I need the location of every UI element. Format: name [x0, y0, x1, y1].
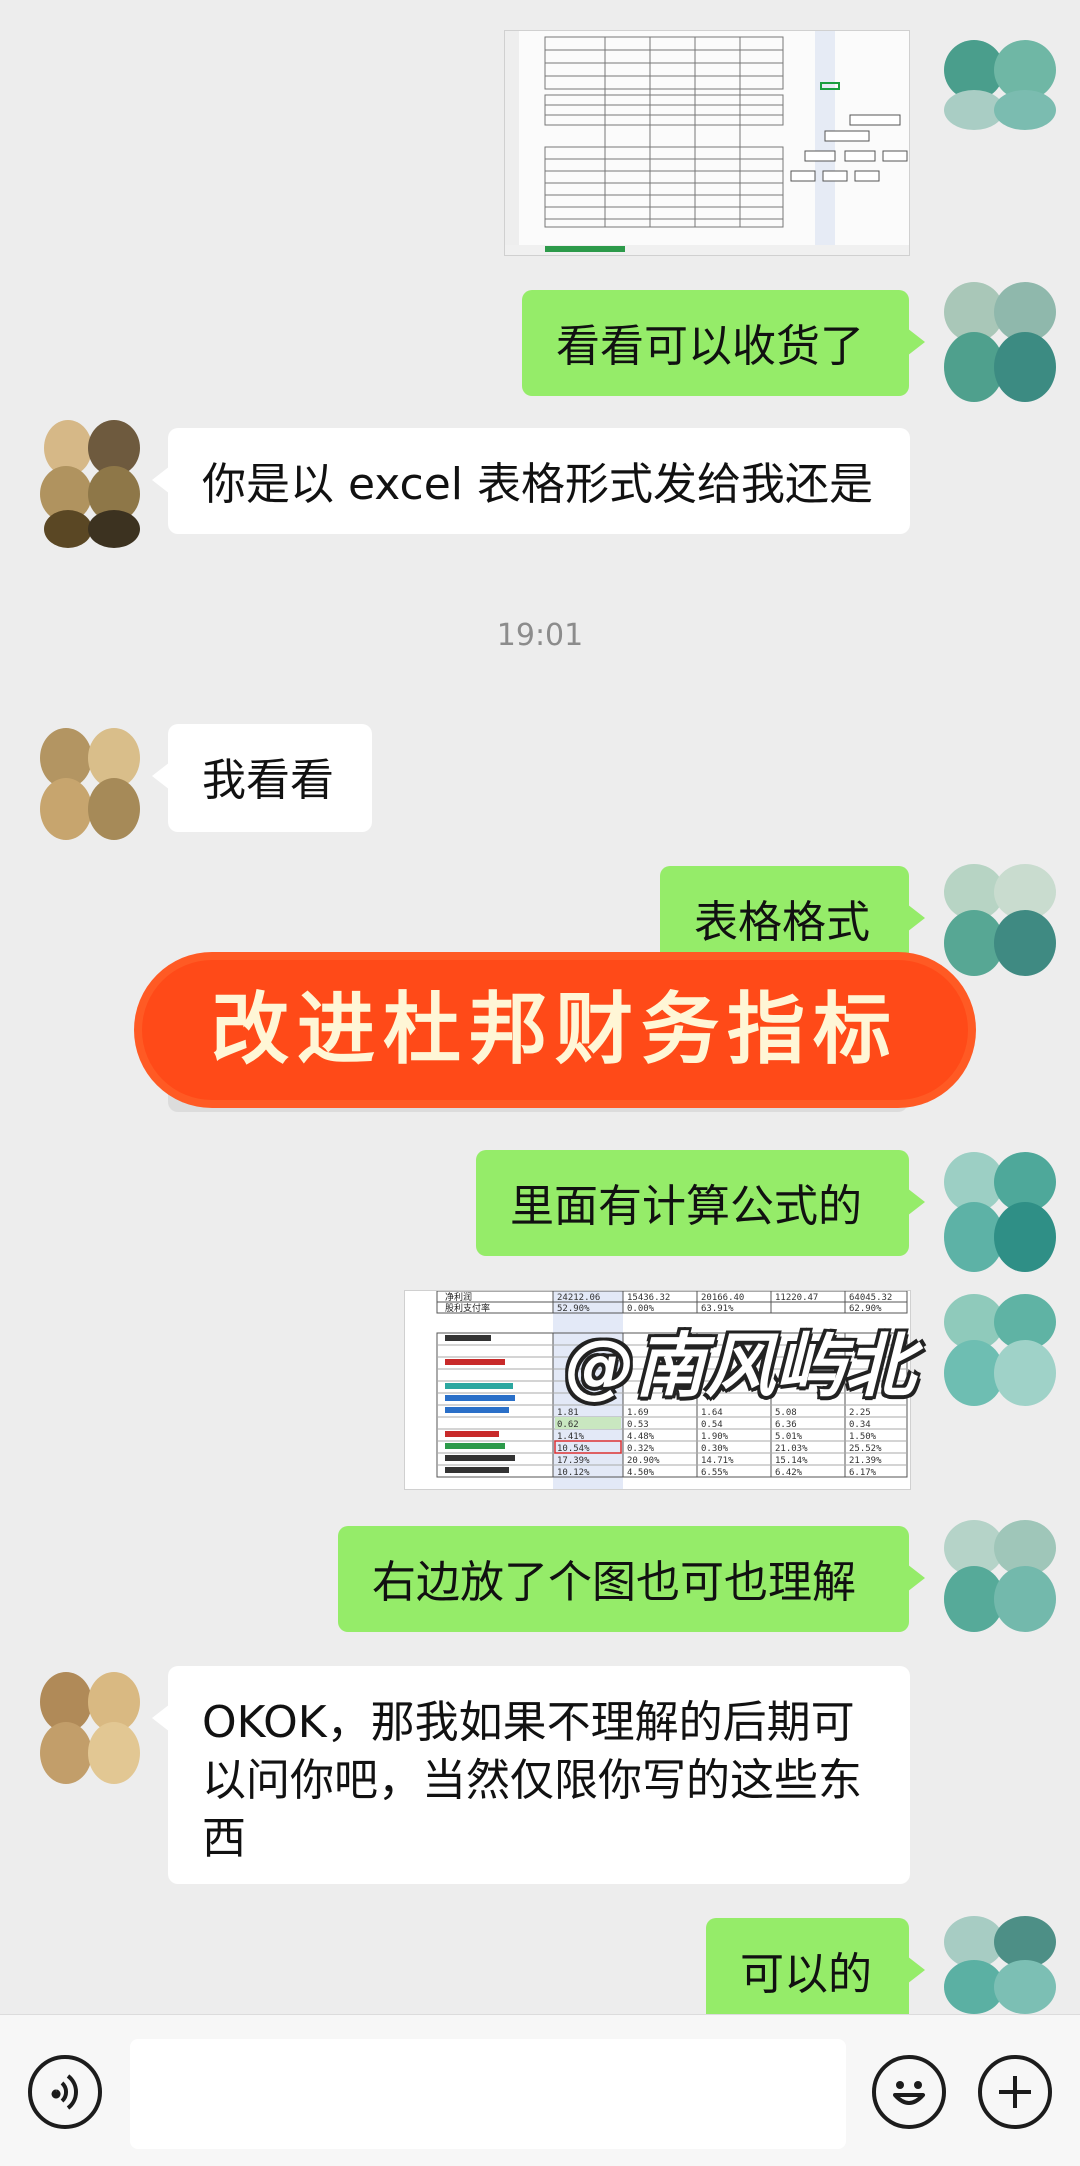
cell: 0.32%: [627, 1444, 655, 1454]
message-bubble-sent[interactable]: 右边放了个图也可也理解: [338, 1526, 925, 1632]
message-bubble-sent[interactable]: 表格格式: [660, 866, 925, 972]
cell: 0.62: [557, 1420, 579, 1430]
chat-screen: 看看可以收货了 你是以 excel 表格形式发给我还是 19:01 我看看 表格…: [0, 0, 1080, 2166]
voice-icon: [51, 2074, 78, 2110]
cell: 6.42%: [775, 1468, 803, 1478]
message-input[interactable]: [130, 2039, 846, 2149]
cell: 14.71%: [701, 1456, 734, 1466]
avatar-contact[interactable]: [28, 1672, 140, 1784]
avatar-me[interactable]: [944, 1916, 1056, 2014]
cell: 1.41%: [557, 1432, 585, 1442]
message-bubble-received[interactable]: OKOK，那我如果不理解的后期可以问你吧，当然仅限你写的这些东西: [152, 1666, 910, 1884]
cell: 20166.40: [701, 1293, 744, 1303]
image-message-spreadsheet-1[interactable]: [504, 30, 910, 256]
cell: 4.50%: [627, 1468, 655, 1478]
row-label: 净利润: [445, 1291, 472, 1303]
voice-icon[interactable]: [28, 2055, 102, 2129]
message-bubble-sent[interactable]: 里面有计算公式的: [476, 1150, 925, 1256]
avatar-me[interactable]: [944, 864, 1056, 976]
avatar-me[interactable]: [944, 0, 1056, 130]
cell: 4.48%: [627, 1432, 655, 1442]
avatar-me[interactable]: [944, 1294, 1056, 1406]
message-bubble-sent[interactable]: 可以的: [706, 1918, 925, 2024]
avatar-me[interactable]: [944, 1520, 1056, 1632]
cell: 0.30%: [701, 1444, 729, 1454]
cell: 6.55%: [701, 1468, 729, 1478]
avatar-contact[interactable]: [28, 728, 140, 840]
cell: 15.14%: [775, 1456, 808, 1466]
cell: 10.54%: [557, 1444, 590, 1454]
cell: 17.39%: [557, 1456, 590, 1466]
message-bubble-received[interactable]: 你是以 excel 表格形式发给我还是: [152, 428, 910, 534]
emoji-icon[interactable]: [872, 2055, 946, 2129]
cell: 21.03%: [775, 1444, 808, 1454]
cell: 6.17%: [849, 1468, 877, 1478]
cell: 15436.32: [627, 1293, 670, 1303]
row-label: 股利支付率: [445, 1302, 490, 1314]
author-watermark: @南风屿北: [565, 1325, 915, 1407]
cell: 24212.06: [557, 1293, 600, 1303]
avatar-me[interactable]: [944, 282, 1056, 402]
cell: 0.34: [849, 1420, 871, 1430]
message-bubble-sent[interactable]: 看看可以收货了: [522, 290, 925, 396]
cell: 25.52%: [849, 1444, 882, 1454]
cell: 6.36: [775, 1420, 797, 1430]
chat-timestamp: 19:01: [496, 618, 584, 653]
cell: 21.39%: [849, 1456, 882, 1466]
input-toolbar: [0, 2014, 1080, 2166]
cell: 11220.47: [775, 1293, 818, 1303]
cell: 0.53: [627, 1420, 649, 1430]
plus-icon: [999, 2076, 1031, 2108]
message-bubble-received[interactable]: 我看看: [152, 724, 372, 832]
cell: 20.90%: [627, 1456, 660, 1466]
cell: 1.50%: [849, 1432, 877, 1442]
cell: 10.12%: [557, 1468, 590, 1478]
plus-icon[interactable]: [978, 2055, 1052, 2129]
avatar-contact[interactable]: [28, 420, 140, 548]
overlay-title-banner: 改进杜邦财务指标: [142, 960, 968, 1100]
cell: 64045.32: [849, 1293, 892, 1303]
avatar-me[interactable]: [944, 1152, 1056, 1272]
spreadsheet-thumbnail: [505, 31, 909, 255]
emoji-icon: [893, 2081, 925, 2105]
cell: 5.01%: [775, 1432, 803, 1442]
cell: 0.54: [701, 1420, 723, 1430]
cell: 1.90%: [701, 1432, 729, 1442]
